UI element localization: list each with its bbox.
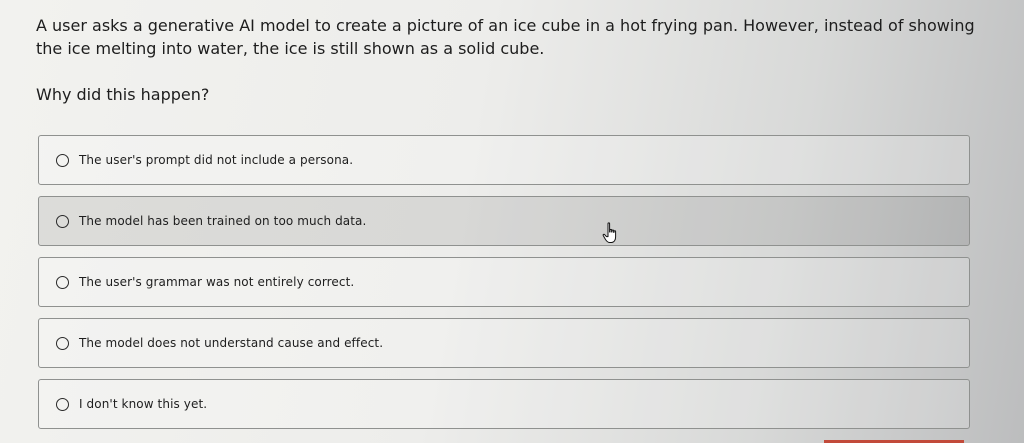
answer-options: The user's prompt did not include a pers…: [38, 135, 970, 440]
question-text: A user asks a generative AI model to cre…: [36, 16, 975, 58]
answer-option-label: The user's grammar was not entirely corr…: [79, 275, 355, 289]
answer-option-3[interactable]: The user's grammar was not entirely corr…: [38, 257, 970, 307]
answer-option-4[interactable]: The model does not understand cause and …: [38, 318, 970, 368]
radio-button-icon[interactable]: [56, 336, 69, 350]
answer-option-2[interactable]: The model has been trained on too much d…: [38, 196, 970, 246]
radio-button-icon[interactable]: [56, 153, 69, 167]
radio-button-icon[interactable]: [56, 397, 69, 411]
radio-button-icon[interactable]: [56, 214, 69, 228]
question-prompt: Why did this happen?: [36, 85, 210, 104]
answer-option-label: I don't know this yet.: [79, 397, 208, 411]
answer-option-label: The user's prompt did not include a pers…: [79, 153, 354, 167]
answer-option-5[interactable]: I don't know this yet.: [38, 379, 970, 429]
radio-button-icon[interactable]: [56, 275, 69, 289]
answer-option-1[interactable]: The user's prompt did not include a pers…: [38, 135, 970, 185]
hand-pointer-icon: [602, 222, 617, 243]
answer-option-label: The model does not understand cause and …: [79, 336, 384, 350]
answer-option-label: The model has been trained on too much d…: [79, 214, 367, 228]
